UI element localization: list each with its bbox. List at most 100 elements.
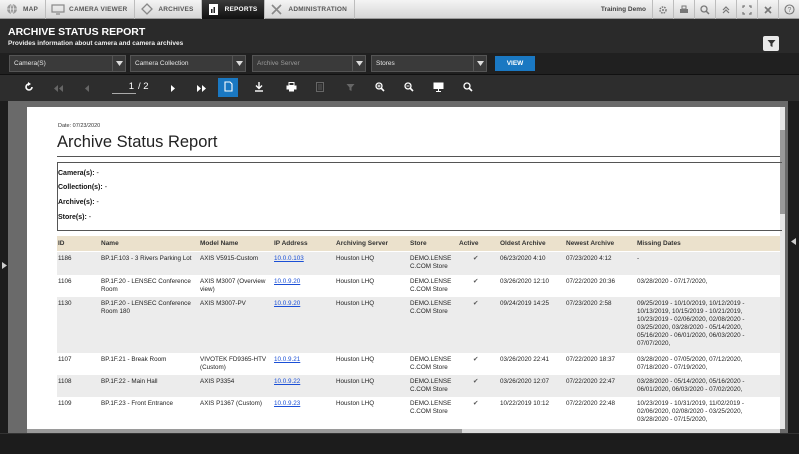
close-icon[interactable] bbox=[757, 0, 778, 19]
cell-server: Houston LHQ bbox=[336, 300, 375, 307]
page-title: ARCHIVE STATUS REPORT bbox=[8, 26, 146, 38]
criteria-label: Store(s): bbox=[58, 214, 87, 221]
collection-select-value: Camera Collection bbox=[135, 60, 189, 67]
export-button[interactable] bbox=[249, 78, 269, 97]
page-number-input[interactable]: 1 bbox=[112, 81, 136, 94]
filter-toggle-button[interactable] bbox=[763, 36, 779, 51]
funnel-icon bbox=[346, 79, 355, 97]
cell-active: ✔ bbox=[473, 400, 479, 407]
column-header: Model Name bbox=[200, 240, 239, 247]
cell-server: Houston LHQ bbox=[336, 400, 375, 407]
stores-select[interactable]: Stores bbox=[371, 55, 487, 72]
page-subtitle: Provides information about camera and ca… bbox=[8, 40, 184, 47]
cell-name: BP.1F.103 - 3 Rivers Parking Lot bbox=[101, 255, 192, 262]
search-icon bbox=[463, 79, 473, 97]
print-report-button[interactable] bbox=[281, 78, 301, 97]
cell-model: AXIS P1367 (Custom) bbox=[200, 400, 262, 407]
criteria-value: - bbox=[96, 199, 99, 206]
last-page-button[interactable] bbox=[191, 78, 211, 97]
chevron-down-icon bbox=[232, 56, 245, 71]
prev-page-button[interactable] bbox=[77, 78, 97, 97]
page-icon bbox=[223, 79, 233, 97]
criteria-value: - bbox=[96, 170, 99, 177]
cell-newest: 07/22/2020 20:36 bbox=[566, 278, 616, 285]
column-header: Newest Archive bbox=[566, 240, 615, 247]
cell-ip[interactable]: 10.0.9.21 bbox=[274, 356, 332, 364]
archive-server-select[interactable]: Archive Server bbox=[252, 55, 366, 72]
print-icon[interactable] bbox=[673, 0, 694, 19]
help-icon[interactable]: ? bbox=[778, 0, 799, 19]
monitor-icon bbox=[433, 79, 444, 97]
cell-missing: 03/28/2020 - 07/17/2020, bbox=[637, 278, 708, 285]
cell-server: Houston LHQ bbox=[336, 255, 375, 262]
right-collapse-strip[interactable] bbox=[788, 101, 799, 433]
cell-store: DEMO.LENSE C.COM Store bbox=[410, 400, 452, 415]
nav-tab-administration[interactable]: ADMINISTRATION bbox=[265, 0, 356, 19]
next-page-button[interactable] bbox=[162, 78, 182, 97]
cell-id: 1106 bbox=[58, 278, 72, 285]
cell-active: ✔ bbox=[473, 255, 479, 262]
collapse-icon[interactable] bbox=[715, 0, 736, 19]
cell-ip[interactable]: 10.0.9.20 bbox=[274, 278, 332, 286]
cell-id: 1108 bbox=[58, 378, 72, 385]
cell-ip[interactable]: 10.0.9.20 bbox=[274, 300, 332, 308]
divider bbox=[57, 156, 780, 157]
presentation-button[interactable] bbox=[428, 78, 448, 97]
cell-missing: 10/23/2019 - 10/31/2019, 11/02/2019 - 02… bbox=[637, 400, 745, 423]
cell-active: ✔ bbox=[473, 356, 479, 363]
column-header: IP Address bbox=[274, 240, 308, 247]
cell-missing: 03/28/2020 - 05/14/2020, 05/16/2020 - 06… bbox=[637, 378, 745, 393]
chevron-down-icon bbox=[112, 56, 125, 71]
left-collapse-strip[interactable] bbox=[0, 101, 8, 433]
search-report-button[interactable] bbox=[458, 78, 478, 97]
filter-report-button[interactable] bbox=[340, 78, 360, 97]
document-icon bbox=[316, 79, 324, 97]
zoom-in-button[interactable] bbox=[370, 78, 390, 97]
camera-select[interactable]: Camera(S) bbox=[9, 55, 126, 72]
chevron-down-icon bbox=[473, 56, 486, 71]
refresh-button[interactable] bbox=[19, 78, 39, 97]
cell-server: Houston LHQ bbox=[336, 378, 375, 385]
cell-name: BP.1F.20 - LENSEC Conference Room bbox=[101, 278, 191, 293]
layout-button[interactable] bbox=[310, 78, 330, 97]
criteria-camera: Camera(s): - bbox=[58, 170, 99, 177]
nav-tab-label: REPORTS bbox=[224, 5, 258, 13]
download-icon bbox=[254, 79, 264, 97]
nav-tab-label: MAP bbox=[23, 5, 39, 13]
nav-tab-archives[interactable]: ARCHIVES bbox=[135, 0, 202, 19]
chevron-right-icon bbox=[2, 256, 7, 274]
first-page-button[interactable] bbox=[48, 78, 68, 97]
cell-ip[interactable]: 10.0.9.22 bbox=[274, 378, 332, 386]
svg-text:?: ? bbox=[787, 7, 791, 14]
cell-ip[interactable]: 10.0.9.23 bbox=[274, 400, 332, 408]
search-icon[interactable] bbox=[694, 0, 715, 19]
criteria-label: Archive(s): bbox=[58, 199, 95, 206]
cell-active: ✔ bbox=[473, 300, 479, 307]
zoom-out-icon bbox=[404, 79, 414, 97]
collection-select[interactable]: Camera Collection bbox=[130, 55, 246, 72]
single-page-view-button[interactable] bbox=[218, 78, 238, 97]
cell-server: Houston LHQ bbox=[336, 278, 375, 285]
nav-tab-reports[interactable]: REPORTS bbox=[201, 0, 266, 19]
cell-ip[interactable]: 10.0.0.103 bbox=[274, 255, 332, 263]
column-header: Active bbox=[459, 240, 479, 247]
cell-store: DEMO.LENSE C.COM Store bbox=[410, 356, 452, 371]
globe-icon bbox=[4, 3, 19, 16]
diamond-icon bbox=[139, 3, 154, 16]
nav-tab-camera-viewer[interactable]: CAMERA VIEWER bbox=[46, 0, 136, 19]
nav-tab-map[interactable]: MAP bbox=[0, 0, 47, 19]
cell-id: 1107 bbox=[58, 356, 72, 363]
view-button[interactable]: VIEW bbox=[495, 56, 535, 71]
top-nav: MAP CAMERA VIEWER ARCHIVES REPORTS ADMIN… bbox=[0, 0, 799, 19]
column-header: Archiving Server bbox=[336, 240, 389, 247]
cell-id: 1186 bbox=[58, 255, 72, 262]
camera-select-value: Camera(S) bbox=[14, 60, 46, 67]
fullscreen-icon[interactable] bbox=[736, 0, 757, 19]
cell-id: 1130 bbox=[58, 300, 72, 307]
gear-icon[interactable] bbox=[652, 0, 673, 19]
cell-name: BP.1F.21 - Break Room bbox=[101, 356, 167, 363]
zoom-out-button[interactable] bbox=[399, 78, 419, 97]
report-date: Date: 07/23/2020 bbox=[58, 123, 101, 129]
user-name[interactable]: Training Demo bbox=[595, 6, 652, 13]
nav-tab-label: ARCHIVES bbox=[158, 5, 194, 13]
